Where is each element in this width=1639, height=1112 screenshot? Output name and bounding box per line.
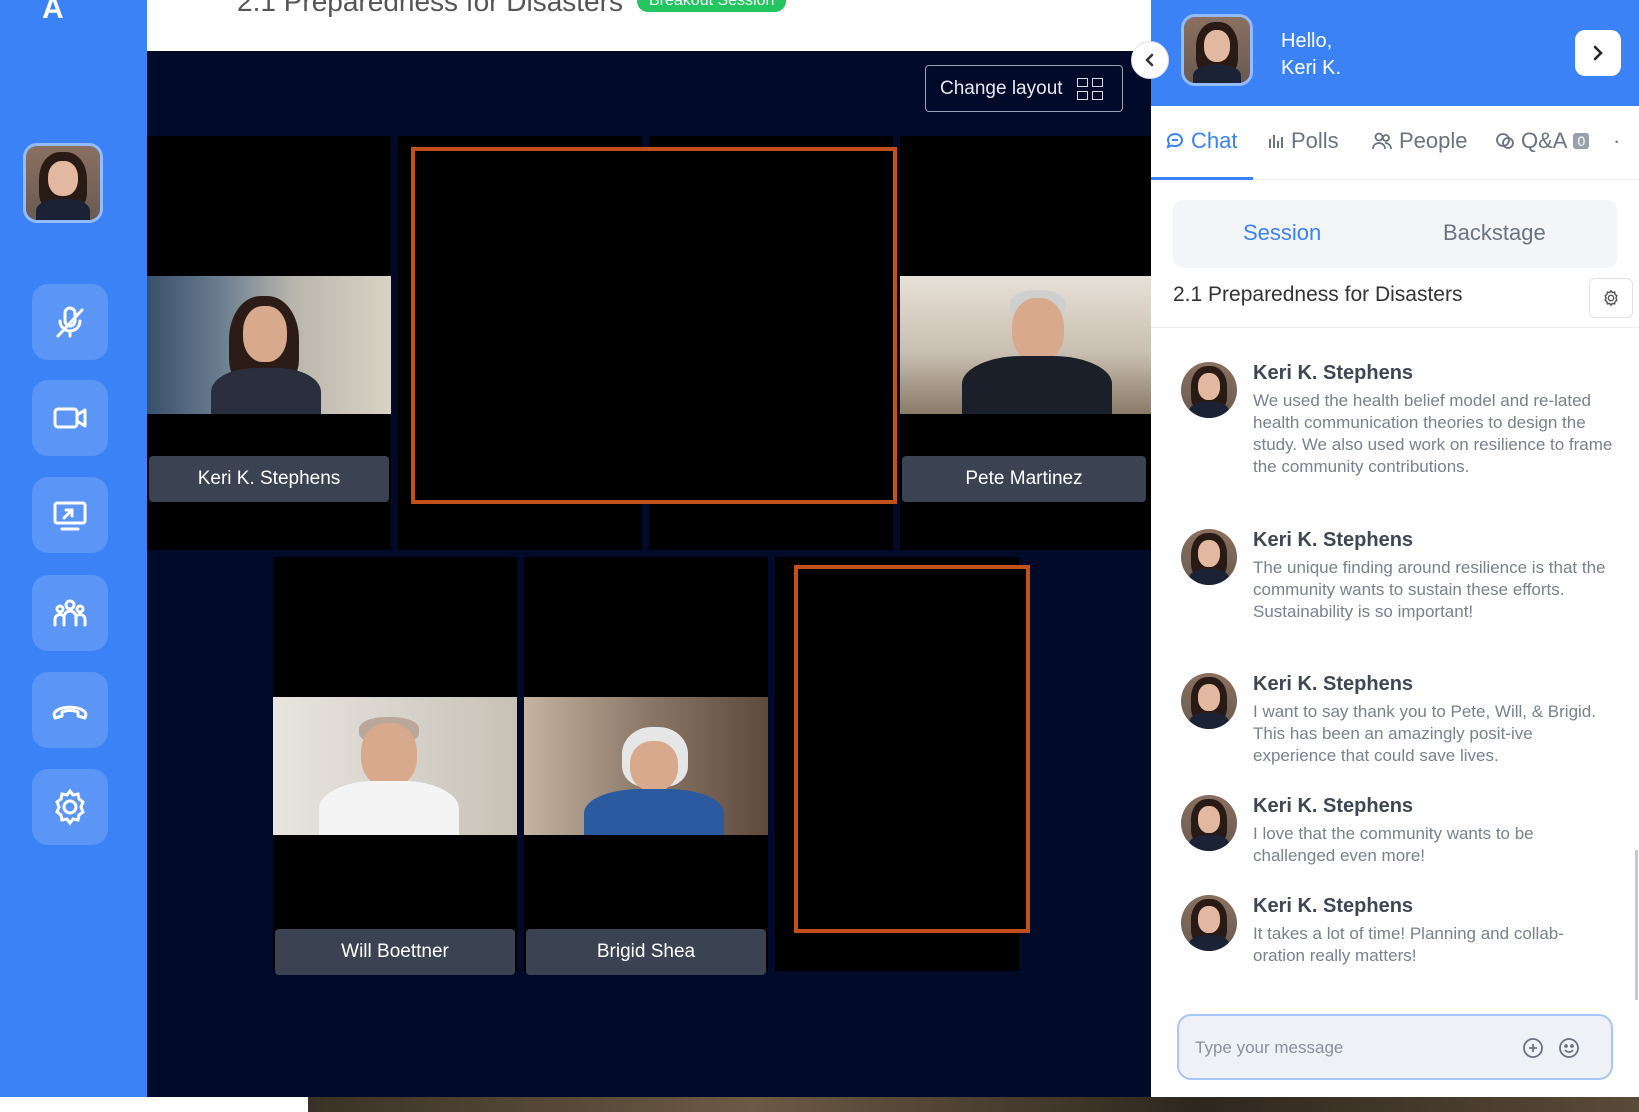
expand-panel-button[interactable] — [1575, 30, 1621, 76]
chat-scope-toggle: Session Backstage — [1173, 200, 1617, 268]
active-tab-indicator — [1151, 177, 1253, 180]
people-icon — [1372, 132, 1392, 150]
mic-toggle-button[interactable] — [32, 284, 108, 360]
session-header: 2.1 Preparedness for Disasters Breakout … — [147, 0, 1151, 51]
participant-name: Keri K. Stephens — [149, 456, 389, 502]
chevron-left-icon — [1145, 53, 1154, 67]
tab-people-label: People — [1399, 128, 1468, 153]
message-author: Keri K. Stephens — [1253, 362, 1414, 384]
video-tile-pete[interactable]: Pete Martinez — [900, 136, 1151, 550]
message-avatar — [1181, 795, 1237, 851]
side-panel: Hello, Keri K. Chat Polls People Q&A 0 ·… — [1151, 0, 1639, 1097]
user-avatar[interactable] — [23, 143, 103, 223]
tab-chat-label: Chat — [1191, 128, 1238, 153]
tab-qa-label: Q&A — [1521, 128, 1568, 153]
greeting: Hello, Keri K. — [1281, 28, 1341, 82]
message-avatar — [1181, 895, 1237, 951]
polls-icon — [1269, 135, 1283, 148]
settings-button[interactable] — [32, 769, 108, 845]
leave-call-icon — [52, 705, 88, 720]
add-attachment-icon[interactable] — [1521, 1036, 1545, 1060]
chevron-right-icon — [1593, 45, 1603, 61]
message-author: Keri K. Stephens — [1253, 673, 1414, 695]
camera-toggle-button[interactable] — [32, 380, 108, 456]
message-author: Keri K. Stephens — [1253, 529, 1414, 551]
tab-people[interactable]: People — [1371, 128, 1468, 154]
video-feed — [273, 697, 517, 835]
qa-count-badge: 0 — [1573, 133, 1590, 149]
message-avatar — [1181, 362, 1237, 418]
tab-qa[interactable]: Q&A 0 — [1495, 128, 1590, 154]
message-composer — [1177, 1014, 1613, 1080]
chat-settings-button[interactable] — [1589, 278, 1633, 318]
video-stage: Change layout Keri K. Stephens Pete Mart… — [147, 51, 1151, 1097]
share-screen-icon — [53, 501, 87, 531]
collapse-panel-button[interactable] — [1131, 41, 1169, 79]
chat-icon — [1166, 133, 1183, 149]
video-tile-will[interactable]: Will Boettner — [273, 557, 517, 975]
session-type-badge: Breakout Session — [637, 0, 787, 12]
user-avatar[interactable] — [1181, 14, 1253, 86]
change-layout-label: Change layout — [940, 77, 1063, 99]
tab-more[interactable]: · — [1613, 128, 1620, 154]
camera-icon — [53, 407, 87, 429]
greeting-line1: Hello, — [1281, 30, 1333, 52]
app-logo: A — [42, 0, 64, 22]
session-header-title: 2.1 Preparedness for Disasters — [237, 0, 623, 17]
segment-session[interactable]: Session — [1243, 220, 1321, 246]
taskbar-strip — [0, 1097, 1639, 1112]
leave-call-button[interactable] — [32, 672, 108, 748]
mic-muted-icon — [56, 306, 84, 338]
participants-button[interactable] — [32, 575, 108, 651]
message-text: The unique finding around resilience is … — [1253, 558, 1606, 621]
video-feed — [147, 276, 391, 414]
active-speaker-tile[interactable] — [794, 565, 1030, 933]
settings-icon — [55, 788, 85, 826]
message-avatar — [1181, 673, 1237, 729]
panel-tabs: Chat Polls People Q&A 0 · — [1151, 106, 1639, 180]
tab-chat[interactable]: Chat — [1165, 128, 1237, 154]
participant-name: Brigid Shea — [526, 929, 766, 975]
chat-message-list: Keri K. Stephens We used the health beli… — [1151, 328, 1639, 1000]
change-layout-button[interactable]: Change layout — [925, 65, 1123, 112]
message-text: I love that the community wants to be ch… — [1253, 824, 1534, 865]
message-text: I want to say thank you to Pete, Will, &… — [1253, 702, 1596, 765]
share-screen-button[interactable] — [32, 477, 108, 553]
video-feed — [524, 697, 768, 835]
emoji-icon[interactable] — [1557, 1036, 1581, 1060]
video-tile-keri[interactable]: Keri K. Stephens — [147, 136, 391, 550]
video-feed — [900, 276, 1151, 414]
panel-header: Hello, Keri K. — [1151, 0, 1639, 106]
message-author: Keri K. Stephens — [1253, 895, 1414, 917]
active-speaker-tile[interactable] — [411, 147, 897, 504]
message-input[interactable] — [1195, 1034, 1495, 1062]
people-icon — [53, 599, 87, 627]
left-rail: A — [0, 0, 147, 1097]
qa-icon — [1496, 133, 1514, 149]
grid-layout-icon — [1076, 77, 1103, 100]
segment-backstage[interactable]: Backstage — [1443, 220, 1546, 246]
gear-icon — [1604, 289, 1618, 307]
message-author: Keri K. Stephens — [1253, 795, 1414, 817]
greeting-name: Keri K. — [1281, 57, 1342, 79]
message-text: We used the health belief model and re-l… — [1253, 391, 1613, 476]
message-avatar — [1181, 529, 1237, 585]
message-text: It takes a lot of time! Planning and col… — [1253, 924, 1564, 965]
participant-name: Pete Martinez — [902, 456, 1146, 502]
tab-polls[interactable]: Polls — [1267, 128, 1339, 154]
tab-polls-label: Polls — [1291, 128, 1339, 153]
chat-session-title: 2.1 Preparedness for Disasters — [1173, 283, 1463, 306]
video-tile-brigid[interactable]: Brigid Shea — [524, 557, 768, 975]
participant-name: Will Boettner — [275, 929, 515, 975]
chat-scrollbar[interactable] — [1635, 850, 1638, 1000]
